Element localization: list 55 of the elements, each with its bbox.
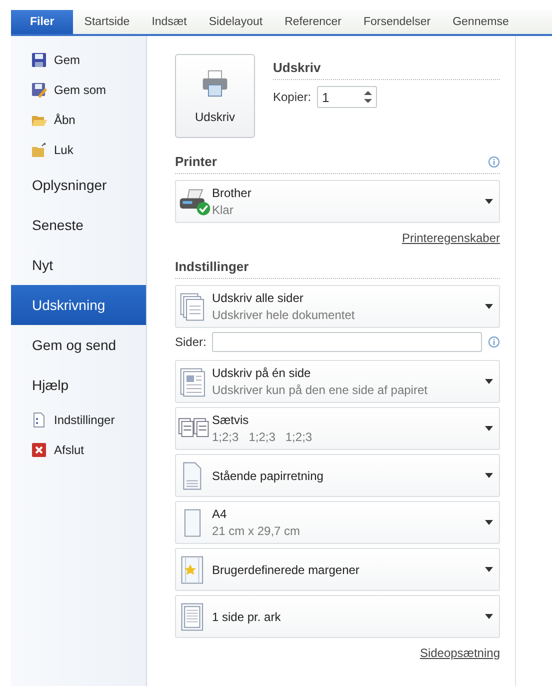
section-heading: Printer [175,154,217,169]
caret-icon [485,379,493,384]
caret-icon [485,426,493,431]
section-heading: Indstillinger [175,259,250,274]
ribbon-tab[interactable]: Forsendelser [352,10,442,34]
caret-icon [485,520,493,525]
menu-command[interactable]: Indstillinger [11,405,146,435]
settings-dropdown[interactable]: 1 side pr. ark [175,595,500,638]
ribbon-tab[interactable]: Indsæt [140,10,198,34]
ribbon-tab[interactable]: Filer [11,10,74,34]
backstage-tab[interactable]: Gem og send [11,325,146,365]
printer-dropdown[interactable]: Brother Klar [175,180,500,223]
caret-icon [485,199,493,204]
printer-properties-link[interactable]: Printeregenskaber [402,231,500,245]
menu-command[interactable]: Gem som [11,75,146,105]
caret-icon [485,473,493,478]
print-button[interactable]: Udskriv [175,54,255,138]
ribbon-tab[interactable]: Gennemse [442,10,520,34]
menu-command[interactable]: Gem [11,45,146,75]
settings-dropdown[interactable]: Udskriv alle sider Udskriver hele dokumentet [175,285,500,328]
ribbon-tab[interactable]: Sidelayout [198,10,274,34]
page-setup-link[interactable]: Sideopsætning [420,646,500,660]
menu-command[interactable]: Luk [11,135,146,165]
caret-icon [485,567,493,572]
folder-icon [31,142,47,158]
settings-dropdown[interactable]: Udskriv på én side Udskriver kun på den ene side af papiret [175,360,500,403]
backstage-tab[interactable]: Udskrivning [11,285,146,325]
close-icon [31,442,47,458]
document-icon [31,412,47,428]
copies-spinner[interactable]: 1 [317,86,378,108]
caret-icon [485,304,493,309]
backstage-tab[interactable]: Oplysninger [11,165,146,205]
settings-dropdown[interactable]: Stående papirretning [175,454,500,497]
printer-icon [200,68,230,98]
copies-label: Kopier: [273,90,312,104]
backstage-tab[interactable]: Seneste [11,205,146,245]
caret-icon [485,614,493,619]
blank-page-icon [184,508,201,538]
ribbon-tab[interactable]: Referencer [274,10,352,34]
settings-dropdown[interactable]: A4 21 cm x 29,7 cm [175,501,500,544]
info-icon[interactable] [488,336,500,348]
menu-command[interactable]: Åbn [11,105,146,135]
ribbon-tab[interactable]: Startside [73,10,141,34]
printer-check-icon [178,186,212,216]
backstage-tab[interactable]: Hjælp [11,365,146,405]
spin-arrows-icon [364,90,372,104]
floppy-pencil-icon [31,82,47,98]
backstage-tab[interactable]: Nyt [11,245,146,285]
section-heading: Udskriv [273,60,322,75]
info-icon[interactable] [488,156,500,168]
settings-dropdown[interactable]: Brugerdefinerede margener [175,548,500,591]
menu-command[interactable]: Afslut [11,435,146,465]
pages-label: Sider: [175,335,206,349]
settings-dropdown[interactable]: Sætvis 1;2;3 1;2;3 1;2;3 [175,407,500,450]
pages-input-field[interactable] [212,332,482,352]
